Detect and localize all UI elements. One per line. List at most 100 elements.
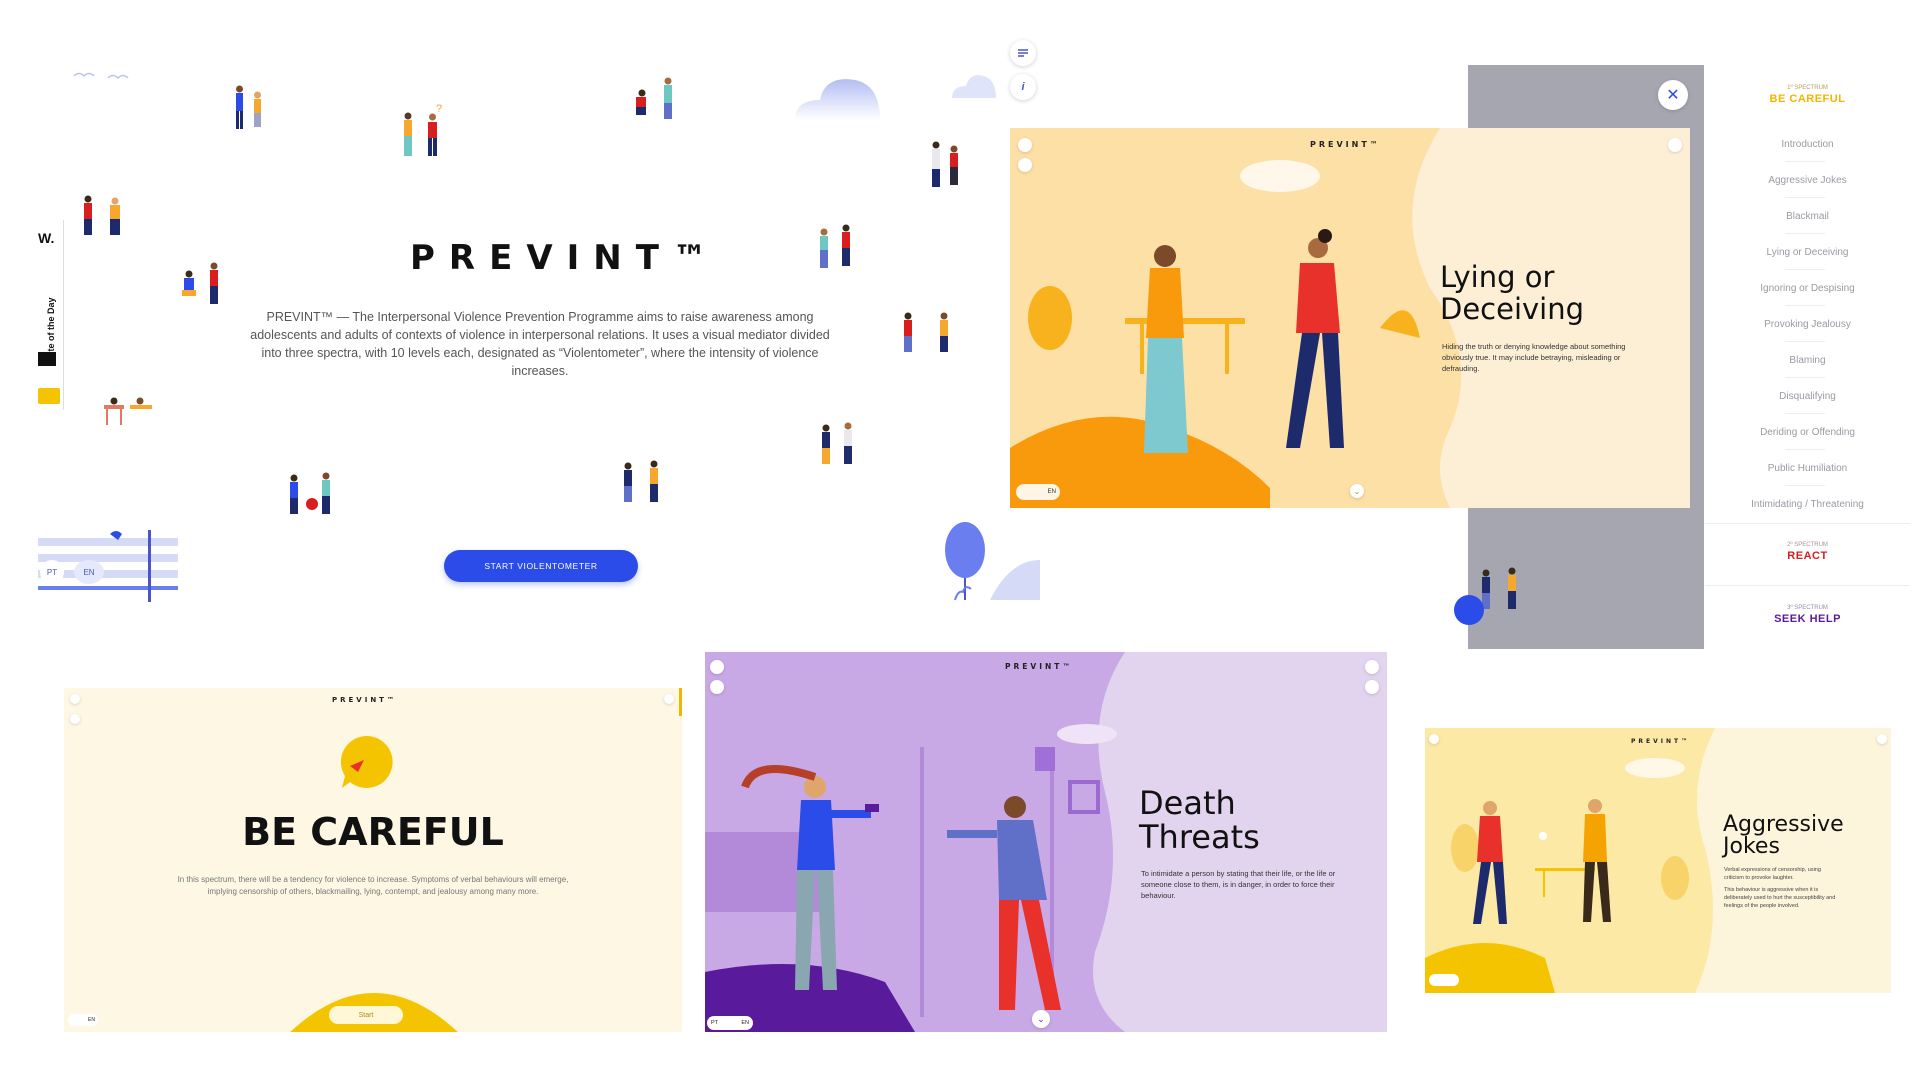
info-button[interactable] [1365,680,1379,694]
spectrum1-title[interactable]: BE CAREFUL [1705,93,1910,105]
spectrum3-label: 3º SPECTRUM [1787,605,1828,611]
lang-switcher[interactable]: EN [1016,484,1060,500]
people-illustration [820,224,850,268]
spectrum3-title[interactable]: SEEK HELP [1705,613,1910,625]
menu-divider [1785,413,1825,414]
lang-switcher[interactable]: EN [68,1014,98,1026]
sound-button[interactable] [710,680,724,694]
awwwards-logo: W. [38,230,55,246]
start-violentometer-button[interactable]: START VIOLENTOMETER [444,550,638,582]
menu-button[interactable] [1010,40,1036,66]
death-title: Death Threats [1139,786,1260,854]
menu-item[interactable]: Public Humiliation [1705,463,1910,474]
lang-pt-button[interactable]: PT [711,1020,718,1026]
panel-logo: PREVINT™ [1005,662,1073,671]
be-careful-panel: PREVINT™ BE CAREFUL In this spectrum, th… [64,688,682,1032]
progress-indicator [679,688,682,716]
spectrum2-label: 2º SPECTRUM [1787,542,1828,548]
start-spectrum-button[interactable]: Start [329,1006,403,1024]
death-background-illustration [705,652,1125,1032]
death-title-line1: Death [1139,784,1236,822]
be-careful-text: In this spectrum, there will be a tenden… [177,875,569,896]
spectrum1-label: 1º SPECTRUM [1787,85,1828,91]
lying-title-line2: Deceiving [1440,292,1585,326]
menu-item[interactable]: Provoking Jealousy [1705,319,1910,330]
lang-pt-button[interactable]: PT [40,560,64,584]
menu-item[interactable]: Deriding or Offending [1705,427,1910,438]
people-illustration [904,312,948,352]
menu-item[interactable]: Aggressive Jokes [1705,175,1910,186]
menu-item[interactable]: Ignoring or Despising [1705,283,1910,294]
sound-button[interactable] [1018,158,1032,172]
menu-divider [1785,377,1825,378]
scroll-down-button[interactable]: ⌄ [1032,1010,1050,1028]
jokes-title-line1: Aggressive [1723,812,1844,837]
home-button[interactable] [710,660,724,674]
jokes-title-line2: Jokes [1723,834,1780,859]
spectrum-divider [1705,585,1910,586]
home-button[interactable] [1018,138,1032,152]
start-button-fragment [1454,595,1484,625]
sound-button[interactable] [70,714,80,724]
people-illustration [182,262,218,304]
spectrum2-title[interactable]: REACT [1705,550,1910,562]
panel-logo: PREVINT™ [332,696,397,704]
lang-en-button[interactable]: EN [74,560,104,584]
site-of-the-day-badge[interactable]: W. Site of the Day [34,220,64,410]
aggressive-jokes-panel: PREVINT™ Aggressive Jokes Verbal express… [1425,728,1891,993]
people-illustration [104,397,152,425]
jokes-title: Aggressive Jokes [1723,814,1844,858]
menu-item[interactable]: Introduction [1705,139,1910,150]
spectrum-menu: 1º SPECTRUM BE CAREFUL Introduction Aggr… [1705,65,1910,645]
info-button[interactable]: i [1010,74,1036,100]
site-of-the-day-label: Site of the Day [46,297,56,360]
death-threats-panel: PREVINT™ Death Threats To intimidate a p… [705,652,1387,1032]
landing-page: ? PREVINT™ PREVINT™ — The Interpersonal … [30,40,1040,620]
cloud-illustration [795,79,880,120]
menu-item[interactable]: Blaming [1705,355,1910,366]
people-illustration [290,472,330,514]
jokes-description2: This behaviour is aggressive when it is … [1724,887,1836,909]
menu-divider [1785,305,1825,306]
menu-divider [1785,161,1825,162]
death-title-line2: Threats [1139,818,1260,856]
speech-bubble-icon [340,735,393,788]
lying-background-illustration [1010,128,1462,508]
menu-button[interactable] [664,694,674,704]
menu-divider [1785,485,1825,486]
award-badge-icon [38,388,60,404]
menu-button[interactable] [1365,660,1379,674]
menu-lines-icon [1018,49,1028,57]
jokes-description1: Verbal expressions of censorship, using … [1724,867,1821,881]
menu-item[interactable]: Intimidating / Threatening [1705,499,1910,510]
close-menu-button[interactable]: ✕ [1658,80,1688,110]
svg-text:?: ? [436,103,442,115]
site-logo[interactable]: PREVINT™ [410,238,721,278]
people-illustration: ? [404,103,442,156]
home-button[interactable] [70,694,80,704]
menu-divider [1785,233,1825,234]
award-logo [38,352,56,366]
lying-panel: PREVINT™ Lying or Deceiving Hiding the t… [1010,128,1690,508]
people-illustration [1482,567,1516,609]
people-illustration [822,422,852,464]
menu-item[interactable]: Blackmail [1705,211,1910,222]
lying-description: Hiding the truth or denying knowledge ab… [1442,342,1626,373]
home-button[interactable] [1429,734,1439,744]
people-illustration [624,460,658,502]
menu-item[interactable]: Lying or Deceiving [1705,247,1910,258]
menu-item[interactable]: Disqualifying [1705,391,1910,402]
lang-en-button[interactable]: EN [741,1020,749,1026]
scroll-down-button[interactable]: ⌄ [1350,484,1364,498]
intro-text: PREVINT™ — The Interpersonal Violence Pr… [250,310,830,378]
lang-switcher[interactable] [1429,974,1459,986]
info-icon: i [1021,81,1025,93]
menu-button[interactable] [1877,734,1887,744]
birds-illustration [73,72,129,80]
panel-logo: PREVINT™ [1631,738,1691,745]
menu-button[interactable] [1668,138,1682,152]
people-illustration [236,85,261,129]
people-illustration [84,195,120,235]
lying-title-line1: Lying or [1440,260,1555,294]
jokes-background-illustration [1425,728,1715,993]
